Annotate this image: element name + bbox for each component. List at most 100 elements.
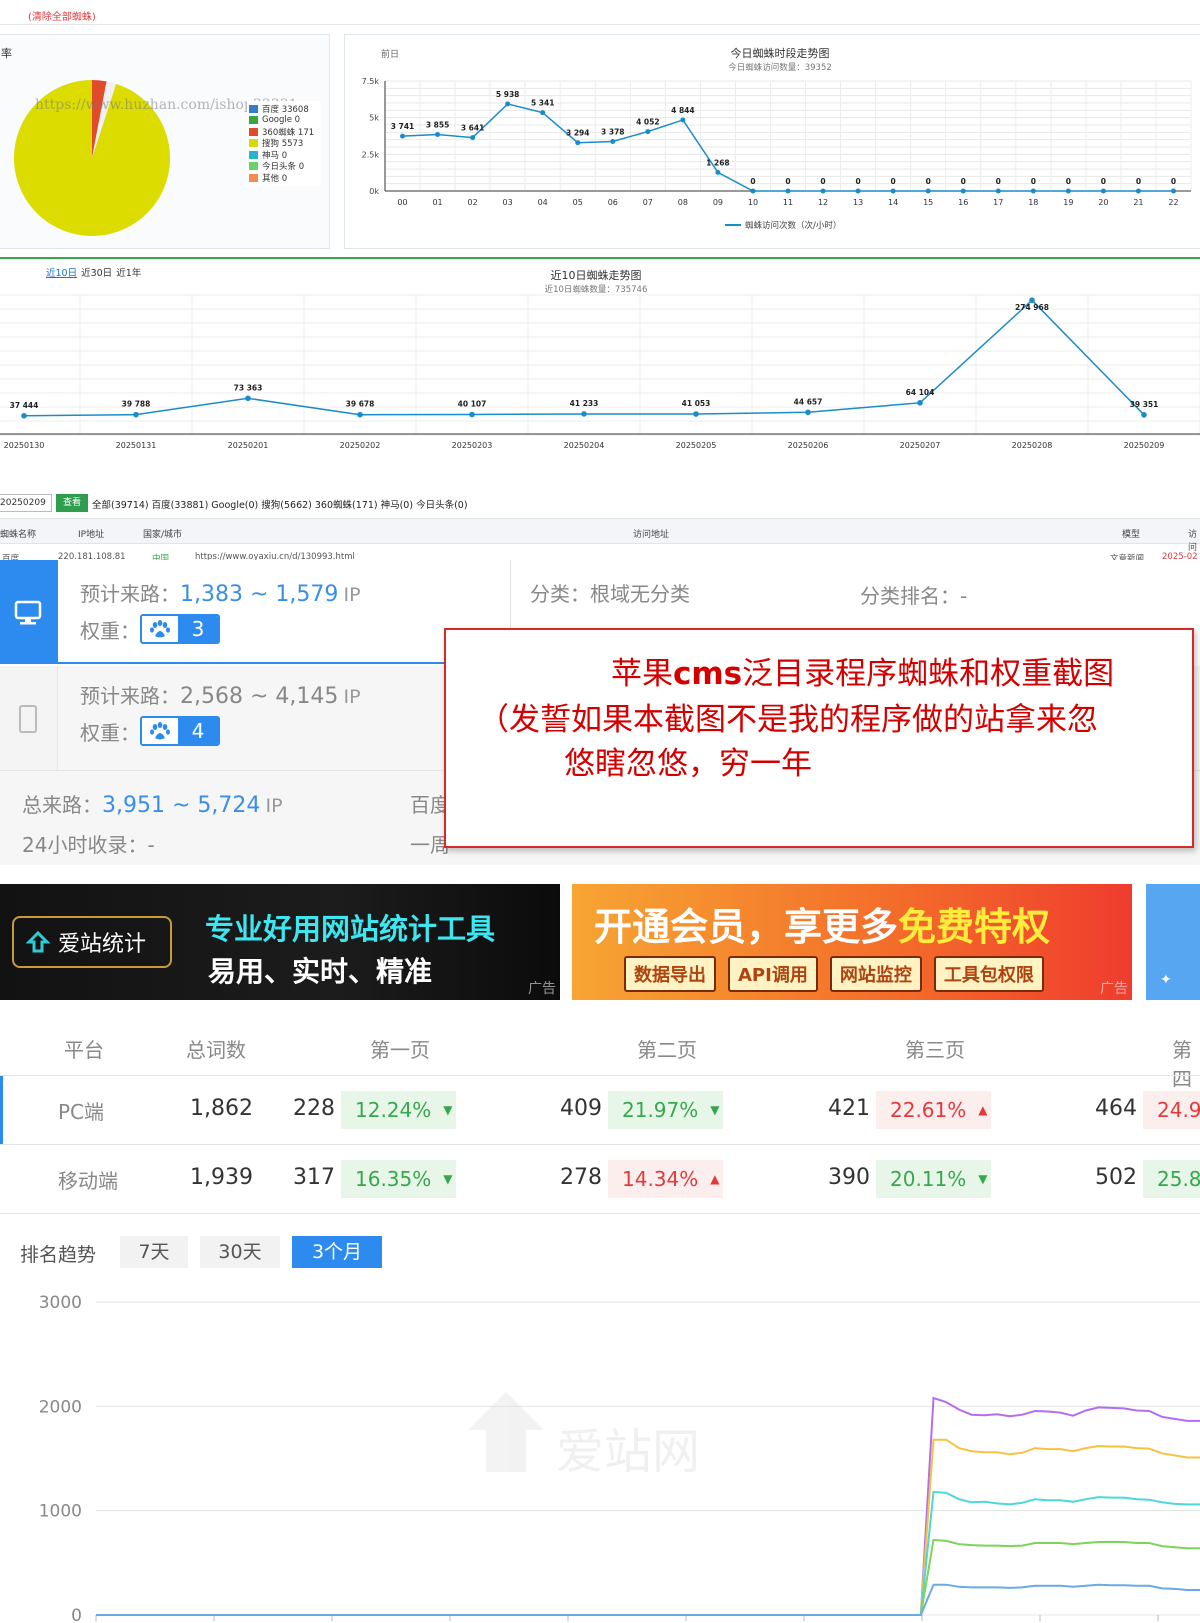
tenday-point[interactable]	[469, 411, 475, 418]
trend-tab-3m[interactable]: 3个月	[292, 1236, 382, 1268]
hourly-point[interactable]	[1030, 188, 1036, 194]
tenday-trend-panel: 近10日 近30日 近1年 近10日蜘蛛走势图 近10日蜘蛛数量：735746 …	[0, 257, 1200, 472]
trend-tab-30d[interactable]: 30天	[200, 1236, 280, 1268]
hourly-x-tick: 08	[678, 198, 688, 207]
col-ip: IP地址	[78, 530, 105, 540]
hourly-point[interactable]	[750, 188, 756, 194]
tenday-x-tick: 20250204	[564, 441, 605, 450]
hourly-point[interactable]	[645, 129, 651, 135]
pie-legend-item[interactable]: Google 0	[249, 115, 319, 127]
spider-filter-summary[interactable]: 全部(39714) 百度(33881) Google(0) 搜狗(5662) 3…	[92, 497, 468, 511]
pc-weight-badge[interactable]: 3	[140, 614, 220, 644]
mobile-estimate-label: 预计来路：	[80, 684, 180, 708]
percent-value: 25.89	[1157, 1167, 1200, 1191]
index-24h-label: 24小时收录：-	[22, 833, 155, 857]
pie-legend-item[interactable]: 百度 33608	[249, 103, 319, 115]
pc-device-tab[interactable]	[0, 560, 58, 664]
tenday-point-label: 64 104	[906, 388, 935, 397]
legend-swatch	[249, 116, 258, 125]
hourly-point[interactable]	[610, 138, 616, 144]
mobile-device-tab[interactable]	[0, 666, 58, 770]
clear-spiders-link[interactable]: (清除全部蜘蛛)	[28, 8, 96, 23]
total-estimate: 总来路：3,951 ~ 5,724 IP	[22, 789, 283, 818]
mobile-estimate: 预计来路：2,568 ~ 4,145 IP	[80, 680, 361, 709]
hourly-point[interactable]	[575, 140, 581, 146]
hourly-point[interactable]	[1065, 188, 1071, 194]
hourly-x-tick: 04	[538, 198, 548, 207]
pc-ip-unit: IP	[343, 584, 361, 606]
legend-swatch	[249, 139, 258, 148]
percent-value: 21.97%	[622, 1098, 699, 1122]
ad-banner-partial[interactable]: ✦	[1146, 884, 1200, 1000]
rank-page3-percent: 22.61% ▲	[876, 1091, 991, 1129]
hourly-point-label: 4 844	[671, 106, 695, 115]
hourly-point[interactable]	[680, 117, 686, 123]
view-button[interactable]: 查看	[56, 494, 88, 512]
legend-label: 360蜘蛛 171	[262, 127, 315, 138]
tenday-point[interactable]	[581, 411, 587, 417]
hourly-x-tick: 03	[503, 198, 513, 207]
mobile-weight-badge[interactable]: 4	[140, 716, 220, 746]
total-estimate-label: 总来路：	[22, 793, 102, 817]
mobile-weight: 权重： 4	[80, 716, 220, 746]
hourly-x-tick: 14	[888, 198, 898, 207]
arrow-down-icon: ▼	[710, 1103, 720, 1117]
pc-weight-value: 3	[178, 616, 218, 642]
ad2-feature-pills: 数据导出 API调用 网站监控 工具包权限	[624, 956, 1044, 992]
hourly-x-tick: 09	[713, 198, 723, 207]
hourly-point[interactable]	[715, 169, 721, 175]
ad-banner-stats[interactable]: 爱站统计 专业好用网站统计工具 易用、实时、精准 广告	[0, 884, 560, 1000]
hourly-point[interactable]	[1135, 188, 1141, 194]
tenday-point[interactable]	[357, 411, 363, 418]
hourly-point-label: 5 341	[531, 99, 555, 108]
pie-legend-item[interactable]: 神马 0	[249, 149, 319, 161]
total-estimate-value: 3,951 ~ 5,724	[102, 793, 261, 818]
sparkle-icon: ✦	[1160, 972, 1172, 988]
hourly-y-tick: 7.5k	[362, 77, 380, 86]
hourly-point[interactable]	[785, 188, 791, 194]
tenday-point[interactable]	[805, 409, 811, 416]
hourly-point[interactable]	[890, 188, 896, 194]
trend-tab-7d[interactable]: 7天	[120, 1236, 188, 1268]
hourly-point[interactable]	[435, 131, 441, 137]
hourly-point[interactable]	[505, 101, 511, 107]
hourly-x-tick: 19	[1063, 198, 1073, 207]
date-input[interactable]: 20250209	[0, 494, 52, 512]
pie-legend-item[interactable]: 其他 0	[249, 172, 319, 184]
hourly-point[interactable]	[470, 135, 476, 141]
category-label: 分类：根域无分类	[530, 582, 690, 606]
notice-line-3: 悠瞎忽悠，穷一年	[564, 746, 812, 782]
ad2-feature-pill: 工具包权限	[933, 956, 1044, 992]
hourly-point[interactable]	[540, 110, 546, 116]
pie-legend-item[interactable]: 搜狗 5573	[249, 138, 319, 149]
hourly-point[interactable]	[1100, 188, 1106, 194]
divider	[510, 560, 511, 630]
tenday-x-tick: 20250207	[900, 441, 941, 450]
ad-banner-membership[interactable]: 开通会员，享更多免费特权 数据导出 API调用 网站监控 工具包权限 广告	[572, 884, 1132, 1000]
hourly-point[interactable]	[855, 188, 861, 194]
mobile-estimate-value: 2,568 ~ 4,145	[180, 684, 339, 709]
col-model: 模型	[1122, 530, 1141, 540]
hourly-point[interactable]	[400, 133, 406, 139]
percent-value: 22.61%	[890, 1098, 967, 1122]
trend-y-tick: 1000	[39, 1502, 82, 1522]
pie-legend-item[interactable]: 360蜘蛛 171	[249, 126, 319, 138]
tenday-point[interactable]	[1029, 297, 1035, 304]
tenday-point[interactable]	[917, 400, 923, 406]
hourly-point[interactable]	[995, 188, 1001, 194]
log-table-header: 蜘蛛名称 IP地址 国家/城市 访问地址 模型 访问	[0, 518, 1200, 553]
tenday-point[interactable]	[133, 411, 139, 418]
hourly-point[interactable]	[820, 188, 826, 194]
pie-legend-item[interactable]: 今日头条 0	[249, 161, 319, 172]
hourly-point[interactable]	[925, 188, 931, 194]
hourly-point[interactable]	[1170, 188, 1176, 194]
hourly-point[interactable]	[960, 188, 966, 194]
tenday-point[interactable]	[693, 411, 699, 417]
phone-icon	[19, 705, 37, 733]
tenday-point[interactable]	[21, 412, 27, 419]
legend-label: Google 0	[262, 115, 301, 126]
tenday-point[interactable]	[245, 395, 251, 402]
ad1-subline: 易用、实时、精准	[208, 955, 433, 988]
tenday-point[interactable]	[1141, 412, 1147, 418]
mobile-weight-value: 4	[178, 718, 218, 744]
